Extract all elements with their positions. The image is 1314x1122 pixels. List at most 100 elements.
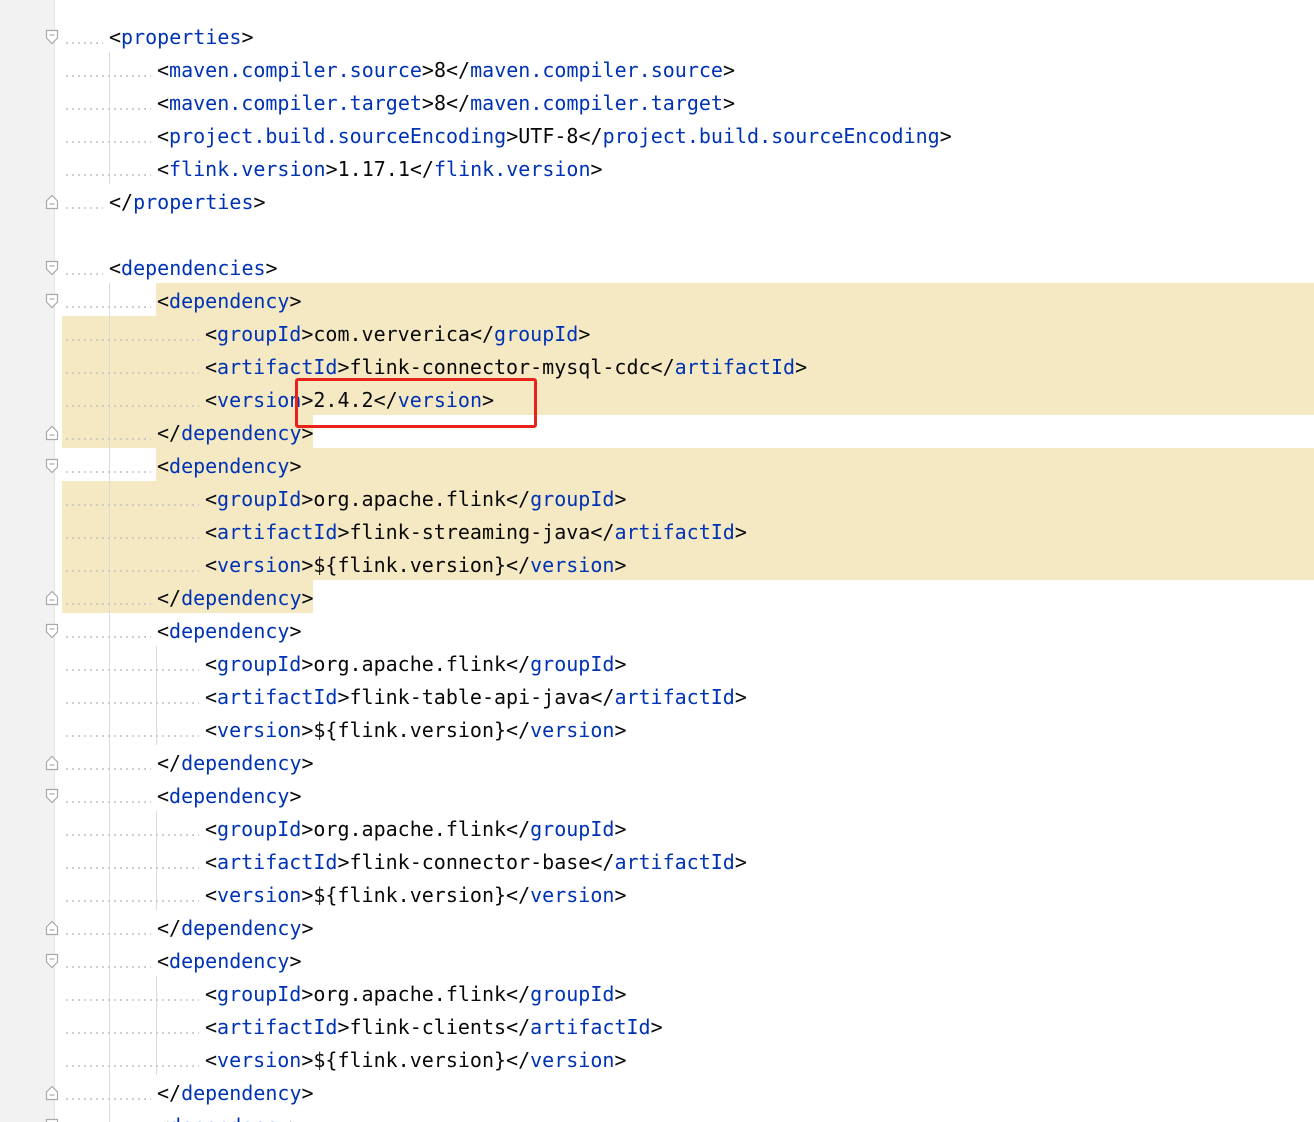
code-text: </dependency> — [157, 421, 314, 445]
fold-end-icon[interactable] — [45, 425, 59, 441]
code-line[interactable]: <properties> — [0, 21, 1314, 54]
xml-bracket: > — [289, 949, 302, 973]
code-line[interactable]: <artifactId>flink-table-api-java</artifa… — [0, 681, 1314, 714]
code-text: <version>${flink.version}</version> — [205, 1048, 626, 1072]
fold-end-icon[interactable] — [45, 1085, 59, 1101]
xml-bracket: </ — [506, 1015, 531, 1039]
xml-tag-name: maven.compiler.source — [169, 58, 422, 82]
code-line[interactable]: <groupId>org.apache.flink</groupId> — [0, 483, 1314, 516]
code-line[interactable]: </dependency> — [0, 747, 1314, 780]
fold-collapse-icon[interactable] — [45, 260, 59, 276]
code-line[interactable]: <maven.compiler.target>8</maven.compiler… — [0, 87, 1314, 120]
code-line[interactable]: <dependency> — [0, 615, 1314, 648]
fold-collapse-icon[interactable] — [45, 953, 59, 969]
xml-bracket: > — [734, 520, 747, 544]
xml-tag-name: artifactId — [614, 850, 735, 874]
xml-bracket: > — [289, 289, 302, 313]
whitespace-dots — [64, 834, 199, 836]
code-text: <dependency> — [157, 454, 302, 478]
xml-bracket: > — [614, 982, 627, 1006]
code-line[interactable]: <dependency> — [0, 285, 1314, 318]
xml-tag-name: dependency — [169, 289, 290, 313]
whitespace-dots — [64, 174, 151, 176]
code-line[interactable]: <version>${flink.version}</version> — [0, 714, 1314, 747]
code-text: <version>${flink.version}</version> — [205, 718, 626, 742]
code-line[interactable]: </dependency> — [0, 582, 1314, 615]
xml-bracket: > — [289, 619, 302, 643]
fold-end-icon[interactable] — [45, 194, 59, 210]
code-line[interactable]: <flink.version>1.17.1</flink.version> — [0, 153, 1314, 186]
xml-tag-name: dependency — [169, 619, 290, 643]
xml-tag-name: flink.version — [433, 157, 591, 181]
xml-bracket: < — [205, 1048, 218, 1072]
code-line[interactable]: <version>${flink.version}</version> — [0, 1044, 1314, 1077]
code-line[interactable]: <dependency> — [0, 945, 1314, 978]
code-line[interactable]: <groupId>org.apache.flink</groupId> — [0, 978, 1314, 1011]
code-line[interactable] — [0, 219, 1314, 252]
code-line[interactable]: <groupId>org.apache.flink</groupId> — [0, 648, 1314, 681]
xml-bracket: </ — [590, 850, 615, 874]
whitespace-dots — [64, 438, 151, 440]
xml-tag-name: project.build.sourceEncoding — [169, 124, 507, 148]
xml-bracket: < — [157, 1114, 169, 1122]
code-line[interactable]: <project.build.sourceEncoding>UTF-8</pro… — [0, 120, 1314, 153]
xml-text-value: ${flink.version} — [313, 1048, 507, 1072]
xml-bracket: > — [289, 1114, 301, 1122]
fold-collapse-icon[interactable] — [45, 788, 59, 804]
code-line[interactable]: <artifactId>flink-connector-mysql-cdc</a… — [0, 351, 1314, 384]
code-text: <dependency> — [157, 784, 302, 808]
code-line[interactable]: <artifactId>flink-clients</artifactId> — [0, 1011, 1314, 1044]
code-text: <groupId>org.apache.flink</groupId> — [205, 982, 626, 1006]
fold-collapse-icon[interactable] — [45, 29, 59, 45]
code-line[interactable]: </properties> — [0, 186, 1314, 219]
code-text: <artifactId>flink-clients</artifactId> — [205, 1015, 663, 1039]
fold-collapse-icon[interactable] — [45, 623, 59, 639]
xml-tag-name: dependency — [181, 1081, 302, 1105]
xml-tag-name: groupId — [217, 487, 302, 511]
code-line[interactable]: <version>${flink.version}</version> — [0, 879, 1314, 912]
xml-bracket: < — [157, 157, 170, 181]
fold-end-icon[interactable] — [45, 755, 59, 771]
xml-bracket: > — [241, 25, 254, 49]
whitespace-dots — [64, 636, 151, 638]
fold-collapse-icon[interactable] — [45, 458, 59, 474]
code-text: <artifactId>flink-connector-base</artifa… — [205, 850, 747, 874]
whitespace-dots — [64, 702, 199, 704]
code-line[interactable]: <artifactId>flink-connector-base</artifa… — [0, 846, 1314, 879]
code-line[interactable]: <version>2.4.2</version> — [0, 384, 1314, 417]
fold-collapse-icon[interactable] — [45, 293, 59, 309]
code-editor[interactable]: <properties> <maven.compiler.source>8</ma… — [0, 0, 1314, 1122]
xml-tag-name: groupId — [530, 817, 615, 841]
xml-bracket: > — [301, 1048, 314, 1072]
code-line[interactable]: </dependency> — [0, 417, 1314, 450]
code-line[interactable]: <groupId>org.apache.flink</groupId> — [0, 813, 1314, 846]
fold-end-icon[interactable] — [45, 920, 59, 936]
code-line[interactable]: </dependency> — [0, 1077, 1314, 1110]
code-line[interactable]: <dependency> — [0, 780, 1314, 813]
code-text: <dependency> — [157, 619, 302, 643]
xml-tag-name: artifactId — [217, 685, 338, 709]
xml-bracket: < — [205, 718, 218, 742]
code-line[interactable]: <groupId>com.ververica</groupId> — [0, 318, 1314, 351]
code-line[interactable]: <version>${flink.version}</version> — [0, 549, 1314, 582]
xml-bracket: < — [109, 25, 122, 49]
code-line[interactable]: <maven.compiler.source>8</maven.compiler… — [0, 54, 1314, 87]
code-text: <artifactId>flink-connector-mysql-cdc</a… — [205, 355, 807, 379]
xml-text-value: UTF-8 — [518, 124, 579, 148]
code-line[interactable]: <artifactId>flink-streaming-java</artifa… — [0, 516, 1314, 549]
fold-collapse-icon[interactable] — [45, 1118, 59, 1122]
xml-bracket: > — [301, 322, 314, 346]
code-line[interactable]: </dependency> — [0, 912, 1314, 945]
xml-bracket: </ — [650, 355, 675, 379]
xml-tag-name: properties — [121, 25, 242, 49]
code-text: <version>${flink.version}</version> — [205, 553, 626, 577]
code-line[interactable]: <dependency> — [0, 450, 1314, 483]
fold-end-icon[interactable] — [45, 590, 59, 606]
code-line[interactable]: <dependency> — [0, 1110, 1314, 1122]
xml-bracket: > — [590, 157, 603, 181]
xml-bracket: </ — [109, 190, 134, 214]
xml-bracket: </ — [506, 817, 531, 841]
code-line[interactable]: <dependencies> — [0, 252, 1314, 285]
whitespace-dots — [64, 471, 151, 473]
xml-tag-name: groupId — [217, 817, 302, 841]
